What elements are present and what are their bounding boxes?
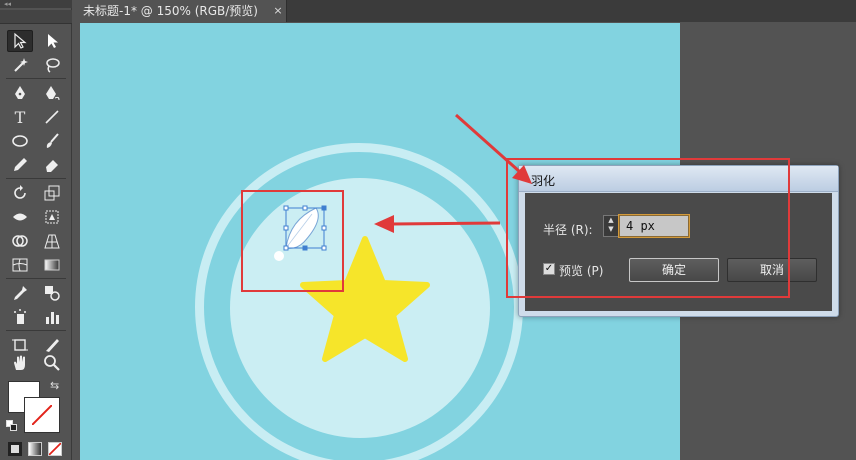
document-tab[interactable]: 未标题-1* @ 150% (RGB/预览) ×: [73, 0, 287, 22]
swap-colors-icon[interactable]: ⇆: [50, 379, 59, 392]
hand-icon[interactable]: [7, 352, 33, 374]
pen-icon[interactable]: [7, 82, 33, 104]
gradient-mode-button[interactable]: [28, 442, 42, 456]
direct-selection-tool-icon[interactable]: [39, 30, 65, 52]
radius-input[interactable]: 4 px: [618, 214, 690, 238]
stroke-color-swatch[interactable]: [24, 397, 60, 433]
radius-stepper[interactable]: ▲ ▼: [603, 215, 619, 237]
default-colors-icon[interactable]: [6, 420, 17, 431]
curvature-pen-icon[interactable]: [39, 82, 65, 104]
ellipse-icon[interactable]: [7, 130, 33, 152]
dialog-body: 半径 (R): ▲ ▼ 4 px ✓ 预览 (P) 确定 取消: [525, 193, 832, 311]
symbol-sprayer-icon[interactable]: [7, 306, 33, 328]
paintbrush-icon[interactable]: [39, 130, 65, 152]
panel-grip[interactable]: ◂◂: [0, 0, 72, 8]
type-glyph: T: [14, 107, 26, 127]
preview-checkbox[interactable]: ✓: [543, 263, 555, 275]
stepper-down-icon[interactable]: ▼: [604, 225, 618, 234]
perspective-grid-icon[interactable]: [39, 230, 65, 252]
dialog-titlebar[interactable]: 羽化: [519, 166, 838, 192]
mesh-icon[interactable]: [7, 254, 33, 276]
eraser-icon[interactable]: [39, 154, 65, 176]
panel-header[interactable]: [0, 10, 72, 24]
document-tab-title: 未标题-1* @ 150% (RGB/预览): [83, 4, 258, 18]
free-transform-icon[interactable]: [39, 206, 65, 228]
width-tool-icon[interactable]: [7, 206, 33, 228]
preview-label[interactable]: 预览 (P): [559, 262, 603, 279]
close-icon[interactable]: ×: [271, 0, 285, 22]
color-mode-button[interactable]: [8, 442, 22, 456]
scale-icon[interactable]: [39, 182, 65, 204]
type-tool-icon[interactable]: T: [7, 106, 33, 128]
document-tab-bar: 未标题-1* @ 150% (RGB/预览) ×: [73, 0, 856, 22]
lasso-icon[interactable]: [39, 54, 65, 76]
blend-icon[interactable]: [39, 282, 65, 304]
annotation-box-shape: [241, 190, 344, 292]
selection-tool-icon[interactable]: [7, 30, 33, 52]
column-graph-icon[interactable]: [39, 306, 65, 328]
shape-builder-icon[interactable]: [7, 230, 33, 252]
magic-wand-icon[interactable]: [7, 54, 33, 76]
rotate-icon[interactable]: [7, 182, 33, 204]
radius-label: 半径 (R):: [543, 223, 593, 237]
none-mode-button[interactable]: [48, 442, 62, 456]
line-segment-icon[interactable]: [39, 106, 65, 128]
feather-dialog: 羽化 半径 (R): ▲ ▼ 4 px ✓ 预览 (P) 确定 取消: [518, 165, 839, 317]
tool-panel: ◂◂ T ⇆: [0, 0, 72, 460]
eyedropper-icon[interactable]: [7, 282, 33, 304]
ok-button[interactable]: 确定: [629, 258, 719, 282]
gradient-icon[interactable]: [39, 254, 65, 276]
dialog-title: 羽化: [531, 174, 556, 188]
stepper-up-icon[interactable]: ▲: [604, 216, 618, 225]
cancel-button[interactable]: 取消: [727, 258, 817, 282]
pencil-icon[interactable]: [7, 154, 33, 176]
zoom-icon[interactable]: [39, 352, 65, 374]
